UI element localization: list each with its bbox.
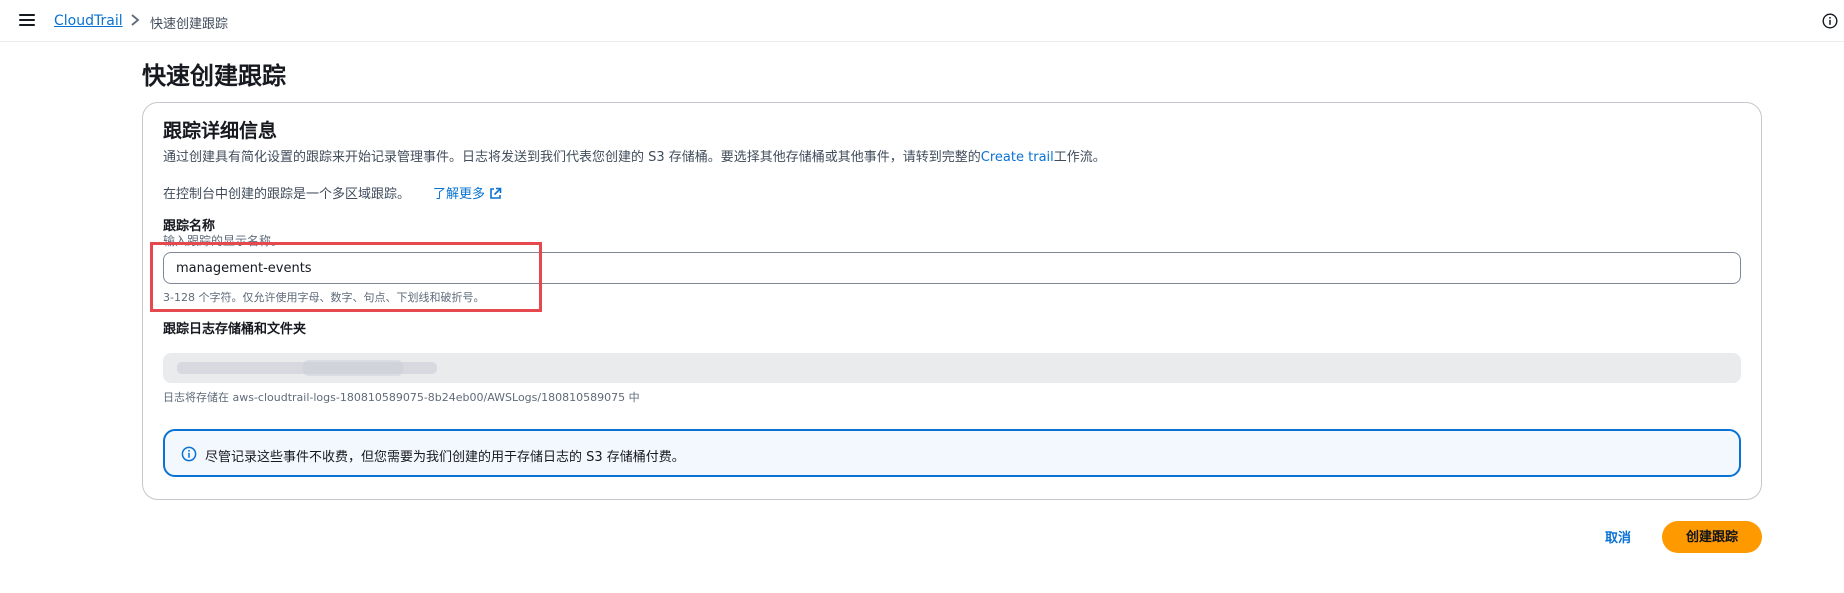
learn-more-label: 了解更多 [433, 187, 486, 202]
redacted-bucket-value-2 [303, 360, 403, 376]
external-link-icon [490, 187, 502, 199]
section-title: 跟踪详细信息 [163, 120, 278, 142]
page-title: 快速创建跟踪 [142, 62, 286, 90]
info-alert: 尽管记录这些事件不收费，但您需要为我们创建的用于存储日志的 S3 存储桶付费。 [163, 429, 1741, 477]
create-trail-link[interactable]: Create trail [981, 150, 1054, 165]
description-prefix: 通过创建具有简化设置的跟踪来开始记录管理事件。日志将发送到我们代表您创建的 S3… [163, 150, 981, 165]
cancel-button[interactable]: 取消 [1590, 526, 1646, 550]
trail-name-input[interactable] [163, 252, 1741, 284]
alert-text: 尽管记录这些事件不收费，但您需要为我们创建的用于存储日志的 S3 存储桶付费。 [205, 450, 685, 465]
breadcrumb-cloudtrail-link[interactable]: CloudTrail [54, 13, 123, 29]
description-suffix: 工作流。 [1053, 150, 1106, 165]
create-trail-button[interactable]: 创建跟踪 [1662, 521, 1762, 553]
chevron-right-icon [131, 14, 140, 26]
trail-name-description: 输入跟踪的显示名称。 [163, 234, 284, 248]
info-circle-icon [181, 446, 197, 462]
top-navigation-bar: CloudTrail 快速创建跟踪 [0, 0, 1844, 42]
bucket-label: 跟踪日志存储桶和文件夹 [163, 322, 307, 337]
hamburger-menu-icon[interactable] [19, 13, 35, 27]
learn-more-link[interactable]: 了解更多 [433, 183, 502, 202]
info-icon[interactable] [1822, 13, 1838, 29]
breadcrumb-current: 快速创建跟踪 [150, 17, 229, 32]
bucket-storage-note: 日志将存储在 aws-cloudtrail-logs-180810589075-… [163, 391, 640, 404]
bucket-folder-field [163, 353, 1741, 383]
section-description: 通过创建具有简化设置的跟踪来开始记录管理事件。日志将发送到我们代表您创建的 S3… [163, 146, 1106, 165]
region-note: 在控制台中创建的跟踪是一个多区域跟踪。 [163, 187, 411, 202]
trail-details-container: 跟踪详细信息 通过创建具有简化设置的跟踪来开始记录管理事件。日志将发送到我们代表… [142, 102, 1762, 500]
trail-name-constraint: 3-128 个字符。仅允许使用字母、数字、句点、下划线和破折号。 [163, 291, 485, 304]
